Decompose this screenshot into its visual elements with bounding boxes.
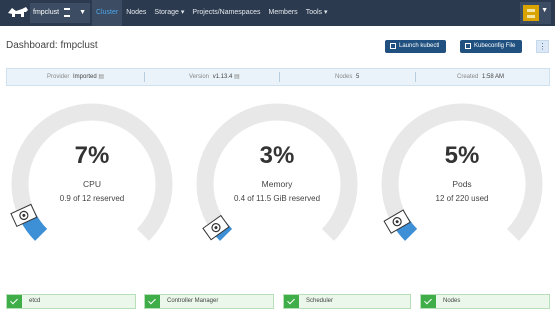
check-icon [421,295,436,308]
cluster-icon [64,7,71,17]
copy-icon[interactable]: ▤ [98,74,104,80]
divider [415,72,416,82]
provider-info: Provider Imported ▤ [47,69,104,85]
component-label: etcd [29,298,41,304]
nodes-value: 5 [356,74,360,80]
nav-members[interactable]: Members [265,0,302,26]
component-status-etcd: etcd [6,294,136,309]
nav-nodes[interactable]: Nodes [122,0,150,26]
divider [144,72,145,82]
check-icon [145,295,160,308]
created-value: 1:58 AM [482,74,505,80]
top-navigation-bar: fmpclust ▼ Cluster Nodes Storage ▾ Proje… [0,0,555,26]
main-nav: Cluster Nodes Storage ▾ Projects/Namespa… [92,0,332,26]
check-icon [284,295,299,308]
memory-gauge: 3% Memory 0.4 of 11.5 GiB reserved [187,102,367,262]
created-label: Created [457,74,479,80]
user-menu-button[interactable]: ▼ [520,2,551,24]
kubeconfig-file-button[interactable]: Kubeconfig File [460,40,523,53]
copy-icon[interactable]: ▤ [234,74,240,80]
gauge-track [381,103,543,241]
cpu-gauge-percent: 7% [74,142,110,169]
memory-gauge-detail: 0.4 of 11.5 GiB reserved [233,194,321,203]
rancher-logo-icon[interactable] [6,4,30,22]
nodes-label: Nodes [335,74,353,80]
chevron-down-icon: ▼ [79,9,86,16]
gauge-track [196,103,358,241]
cpu-gauge: 7% CPU 0.9 of 12 reserved [2,102,182,262]
pods-gauge-percent: 5% [444,142,480,169]
cpu-gauge-detail: 0.9 of 12 reserved [59,194,125,203]
version-info: Version v1.13.4 ▤ [189,69,240,85]
launch-kubectl-button[interactable]: Launch kubectl [385,40,447,53]
check-icon [7,295,22,308]
more-actions-button[interactable]: ⋮ [536,40,549,53]
provider-value: Imported [73,74,97,80]
component-status-controller-manager: Controller Manager [144,294,274,309]
component-status-nodes: Nodes [420,294,550,309]
component-label: Controller Manager [167,298,219,304]
created-info: Created 1:58 AM [457,69,504,85]
nav-tools[interactable]: Tools ▾ [302,0,332,26]
memory-gauge-label: Memory [261,179,293,189]
gauge-track [11,103,173,241]
pods-gauge-detail: 12 of 220 used [435,194,489,203]
pods-gauge-label: Pods [452,179,472,189]
cluster-switcher[interactable]: fmpclust ▼ [30,3,90,23]
nav-projects-namespaces[interactable]: Projects/Namespaces [188,0,264,26]
nav-cluster[interactable]: Cluster [92,0,123,26]
nav-storage[interactable]: Storage ▾ [150,0,188,26]
cluster-switcher-label: fmpclust [33,9,60,16]
version-label: Version [189,74,210,80]
launch-kubectl-label: Launch kubectl [399,43,440,49]
terminal-icon [390,43,396,49]
pods-gauge: 5% Pods 12 of 220 used [372,102,552,262]
component-label: Nodes [443,298,461,304]
avatar [523,5,539,21]
page-title: Dashboard: fmpclust [6,40,98,51]
provider-label: Provider [47,74,70,80]
cpu-gauge-label: CPU [83,179,101,189]
nodes-info: Nodes 5 [335,69,359,85]
cluster-info-bar: Provider Imported ▤ Version v1.13.4 ▤ No… [6,68,550,86]
divider [279,72,280,82]
file-icon [465,43,471,49]
version-value: v1.13.4 [212,74,233,80]
component-status-scheduler: Scheduler [283,294,411,309]
kubeconfig-label: Kubeconfig File [474,43,516,49]
component-label: Scheduler [306,298,334,304]
chevron-down-icon: ▼ [541,7,548,14]
memory-gauge-percent: 3% [259,142,295,169]
